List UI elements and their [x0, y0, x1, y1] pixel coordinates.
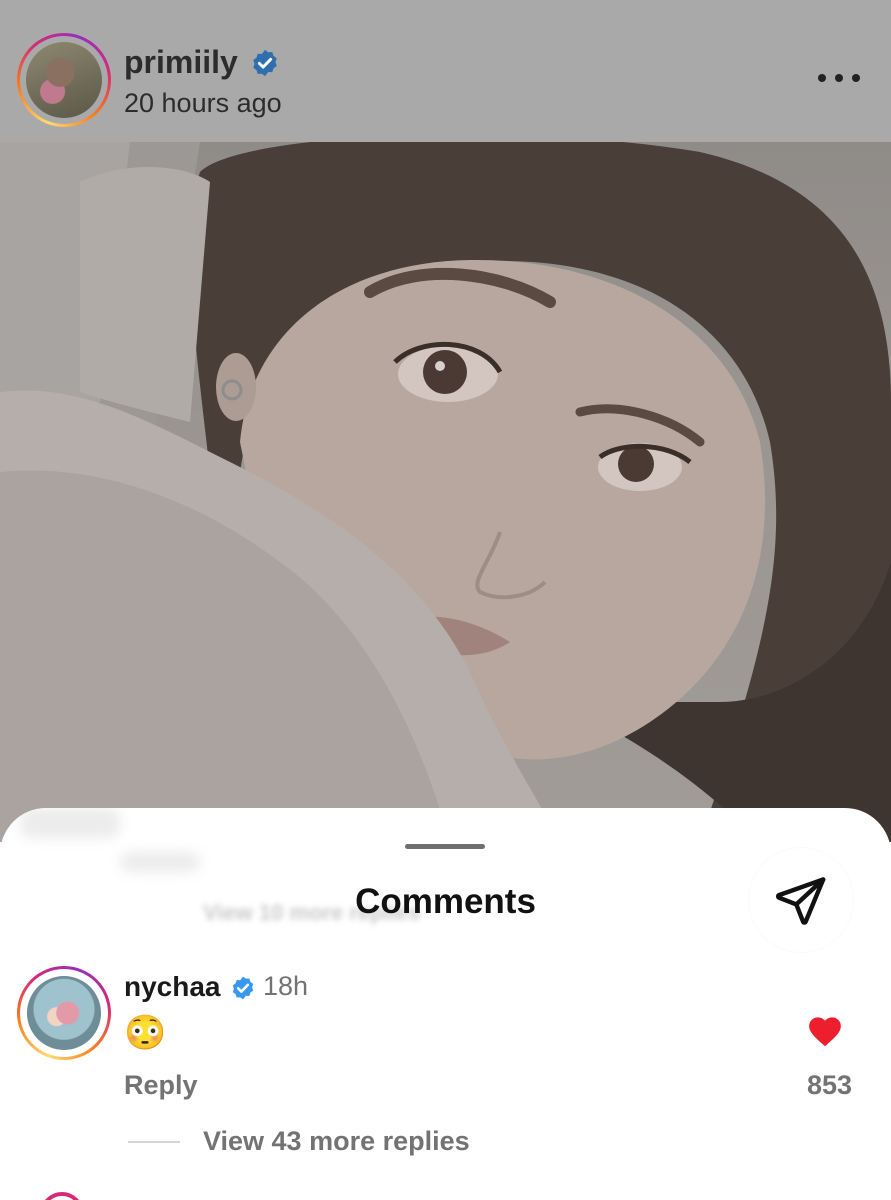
commenter-username[interactable]: nychaa — [124, 971, 221, 1003]
avatar-ring-inner — [20, 969, 108, 1057]
verified-badge-icon — [253, 49, 277, 77]
replies-divider — [128, 1141, 180, 1143]
more-dot — [818, 74, 826, 82]
more-dot — [835, 74, 843, 82]
sheet-drag-handle[interactable] — [405, 844, 485, 849]
more-dot — [852, 74, 860, 82]
avatar-ring-inner — [20, 36, 108, 124]
like-count: 853 — [806, 1070, 852, 1100]
comment-text: 😳 — [124, 1014, 167, 1052]
next-comment-avatar[interactable] — [40, 1192, 84, 1200]
avatar-image — [27, 976, 101, 1050]
post-author-username[interactable]: primiily — [124, 44, 238, 81]
comment-timestamp: 18h — [263, 971, 309, 1001]
ghost-reply — [120, 852, 200, 872]
reply-button[interactable]: Reply — [124, 1070, 198, 1101]
view-more-replies-button[interactable]: View 43 more replies — [203, 1126, 470, 1157]
verified-badge-icon — [232, 976, 254, 1000]
post-photo[interactable] — [0, 142, 891, 842]
commenter-avatar[interactable] — [17, 966, 111, 1060]
more-options-button[interactable] — [818, 66, 860, 90]
comments-sheet: View 10 more replies Comments nychaa 18h… — [0, 808, 891, 1200]
post-header: primiily 20 hours ago — [0, 0, 891, 142]
heart-filled-icon[interactable] — [806, 1012, 844, 1048]
ghost-avatar — [20, 808, 120, 838]
avatar-image — [26, 42, 102, 118]
post-author-avatar[interactable] — [17, 33, 111, 127]
share-button[interactable] — [749, 848, 853, 952]
photo-illustration — [0, 142, 891, 842]
send-icon — [775, 877, 826, 925]
post-timestamp: 20 hours ago — [124, 88, 282, 118]
